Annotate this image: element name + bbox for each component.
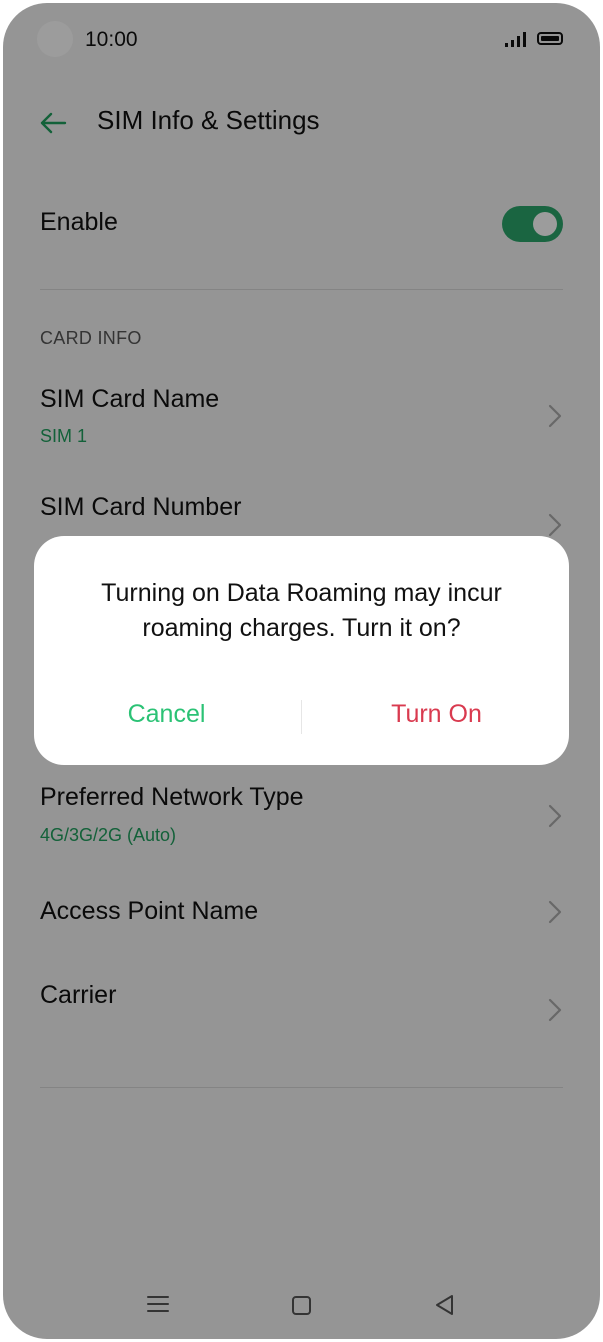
screen: 10:00 SIM Info & Settings Enable CARD IN…: [3, 3, 600, 1339]
cancel-button[interactable]: Cancel: [64, 694, 269, 734]
data-roaming-dialog: Turning on Data Roaming may incur roamin…: [34, 536, 569, 765]
dialog-message-line: roaming charges. Turn it on?: [142, 614, 461, 642]
dialog-message: Turning on Data Roaming may incur roamin…: [34, 576, 569, 646]
phone-frame: 10:00 SIM Info & Settings Enable CARD IN…: [0, 0, 603, 1342]
button-divider: [301, 700, 302, 734]
dialog-message-line: Turning on Data Roaming may incur: [101, 579, 502, 607]
turn-on-button[interactable]: Turn On: [334, 694, 539, 734]
